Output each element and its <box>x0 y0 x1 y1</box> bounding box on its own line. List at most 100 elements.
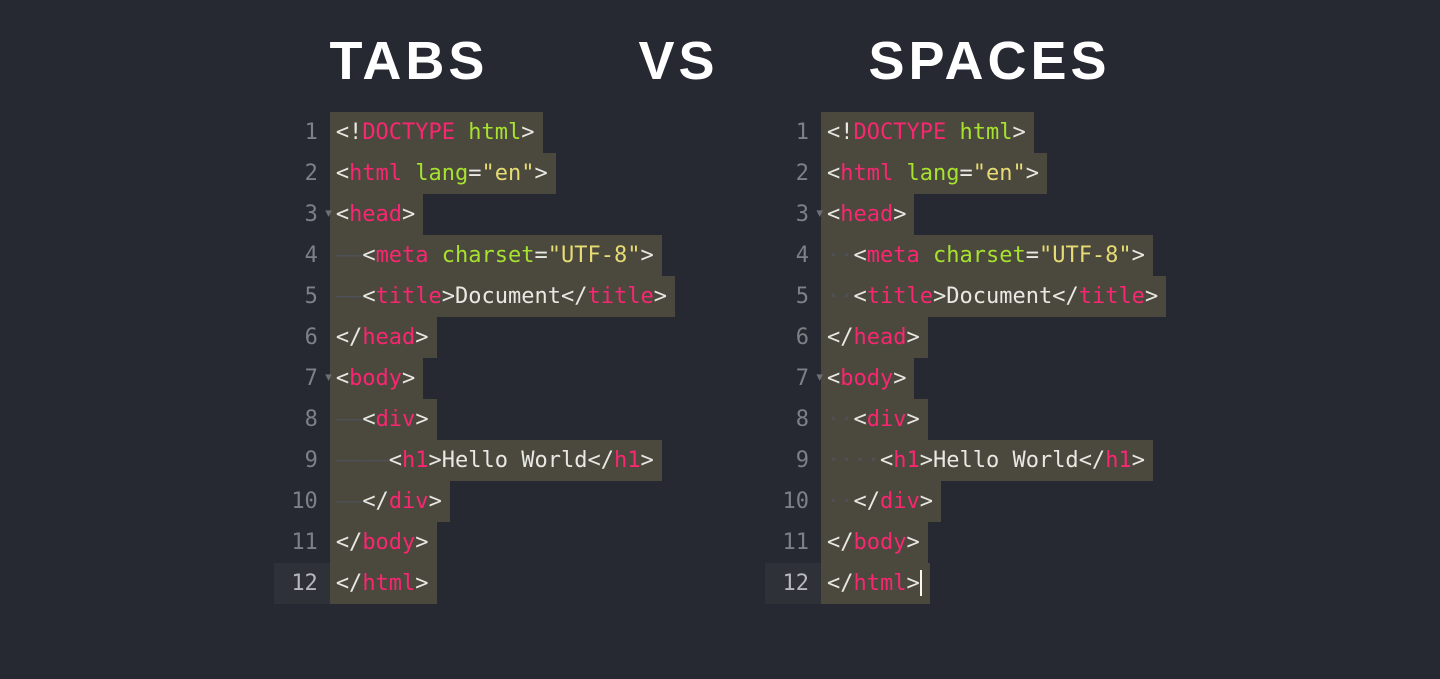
code-line[interactable]: 1<!DOCTYPE html> <box>274 112 675 153</box>
fold-icon[interactable]: ▼ <box>816 192 823 233</box>
token-pnc: > <box>920 481 933 522</box>
token-tag: title <box>376 276 442 317</box>
code-line[interactable]: 6</head> <box>765 317 1166 358</box>
token-txt: Document <box>455 276 561 317</box>
code-line[interactable]: 2<html lang="en"> <box>765 153 1166 194</box>
token-pnc: > <box>429 440 442 481</box>
code-line[interactable]: 12</html> <box>274 563 675 604</box>
code-content[interactable]: <html lang="en"> <box>330 153 556 194</box>
code-content[interactable]: ——<div> <box>330 399 437 440</box>
token-pnc: < <box>362 399 375 440</box>
code-content[interactable]: <!DOCTYPE html> <box>330 112 543 153</box>
token-attr: html <box>468 112 521 153</box>
code-line[interactable]: 8——<div> <box>274 399 675 440</box>
code-content[interactable]: <html lang="en"> <box>821 153 1047 194</box>
line-number: 4 <box>274 235 330 276</box>
code-line[interactable]: 9————<h1>Hello World</h1> <box>274 440 675 481</box>
code-content[interactable]: </html> <box>330 563 437 604</box>
code-line[interactable]: 10··</div> <box>765 481 1166 522</box>
token-pnc: > <box>415 522 428 563</box>
token-tag: div <box>867 399 907 440</box>
code-line[interactable]: 9····<h1>Hello World</h1> <box>765 440 1166 481</box>
code-content[interactable]: ····<h1>Hello World</h1> <box>821 440 1153 481</box>
token-pnc: </ <box>336 563 363 604</box>
code-line[interactable]: 7▼<body> <box>274 358 675 399</box>
code-content[interactable]: ··</div> <box>821 481 941 522</box>
line-number: 11 <box>274 522 330 563</box>
token-pnc: > <box>1132 440 1145 481</box>
token-str: "UTF-8" <box>548 235 641 276</box>
code-line[interactable]: 11</body> <box>765 522 1166 563</box>
code-content[interactable]: ————<h1>Hello World</h1> <box>330 440 662 481</box>
code-line[interactable]: 5··<title>Document</title> <box>765 276 1166 317</box>
token-tag: div <box>389 481 429 522</box>
token-pnc: > <box>402 358 415 399</box>
token-pnc: < <box>854 235 867 276</box>
code-content[interactable]: <head> <box>821 194 914 235</box>
token-pnc: < <box>389 440 402 481</box>
token-str: "UTF-8" <box>1039 235 1132 276</box>
code-content[interactable]: <body> <box>821 358 914 399</box>
token-tag: html <box>362 563 415 604</box>
code-line[interactable]: 11</body> <box>274 522 675 563</box>
code-content[interactable]: </body> <box>330 522 437 563</box>
code-content[interactable]: </body> <box>821 522 928 563</box>
line-number: 8 <box>274 399 330 440</box>
line-number: 3▼ <box>765 194 821 235</box>
code-line[interactable]: 1<!DOCTYPE html> <box>765 112 1166 153</box>
code-line[interactable]: 6</head> <box>274 317 675 358</box>
code-line[interactable]: 5——<title>Document</title> <box>274 276 675 317</box>
code-line[interactable]: 3▼<head> <box>274 194 675 235</box>
token-pnc: > <box>535 153 548 194</box>
code-line[interactable]: 4··<meta charset="UTF-8"> <box>765 235 1166 276</box>
token-pnc: < <box>854 276 867 317</box>
fold-icon[interactable]: ▼ <box>325 192 332 233</box>
line-number: 12 <box>274 563 330 604</box>
token-pnc: > <box>429 481 442 522</box>
line-number: 5 <box>765 276 821 317</box>
code-content[interactable]: ··<meta charset="UTF-8"> <box>821 235 1153 276</box>
line-number: 6 <box>765 317 821 358</box>
code-content[interactable]: <head> <box>330 194 423 235</box>
token-txt <box>893 153 906 194</box>
code-line[interactable]: 12</html> <box>765 563 1166 604</box>
token-op: = <box>1026 235 1039 276</box>
code-line[interactable]: 4——<meta charset="UTF-8"> <box>274 235 675 276</box>
token-tag: title <box>588 276 654 317</box>
token-tag: h1 <box>402 440 429 481</box>
code-line[interactable]: 7▼<body> <box>765 358 1166 399</box>
line-number: 1 <box>274 112 330 153</box>
code-content[interactable]: ——<meta charset="UTF-8"> <box>330 235 662 276</box>
token-txt <box>402 153 415 194</box>
token-pnc: </ <box>827 563 854 604</box>
token-pnc: < <box>827 153 840 194</box>
token-tag: body <box>349 358 402 399</box>
code-content[interactable]: <!DOCTYPE html> <box>821 112 1034 153</box>
tabs-title: TABS <box>329 30 488 92</box>
fold-icon[interactable]: ▼ <box>325 356 332 397</box>
code-content[interactable]: ··<div> <box>821 399 928 440</box>
token-attr: charset <box>933 235 1026 276</box>
line-number: 6 <box>274 317 330 358</box>
code-content[interactable]: ——<title>Document</title> <box>330 276 675 317</box>
code-line[interactable]: 10——</div> <box>274 481 675 522</box>
comparison-header: TABS VS SPACES <box>0 0 1440 112</box>
fold-icon[interactable]: ▼ <box>816 356 823 397</box>
code-content[interactable]: ··<title>Document</title> <box>821 276 1166 317</box>
code-line[interactable]: 2<html lang="en"> <box>274 153 675 194</box>
spaces-code-panel: 1<!DOCTYPE html>2<html lang="en">3▼<head… <box>765 112 1166 604</box>
token-pnc: > <box>893 194 906 235</box>
token-pnc: < <box>362 235 375 276</box>
code-content[interactable]: </head> <box>330 317 437 358</box>
code-line[interactable]: 3▼<head> <box>765 194 1166 235</box>
token-pnc: > <box>933 276 946 317</box>
code-content[interactable]: ——</div> <box>330 481 450 522</box>
tab-indent-guide: —— <box>336 481 363 522</box>
code-content[interactable]: </html> <box>821 563 930 604</box>
tab-indent-guide: —— <box>336 235 363 276</box>
code-line[interactable]: 8··<div> <box>765 399 1166 440</box>
token-pnc: > <box>442 276 455 317</box>
code-content[interactable]: </head> <box>821 317 928 358</box>
code-content[interactable]: <body> <box>330 358 423 399</box>
line-number: 4 <box>765 235 821 276</box>
